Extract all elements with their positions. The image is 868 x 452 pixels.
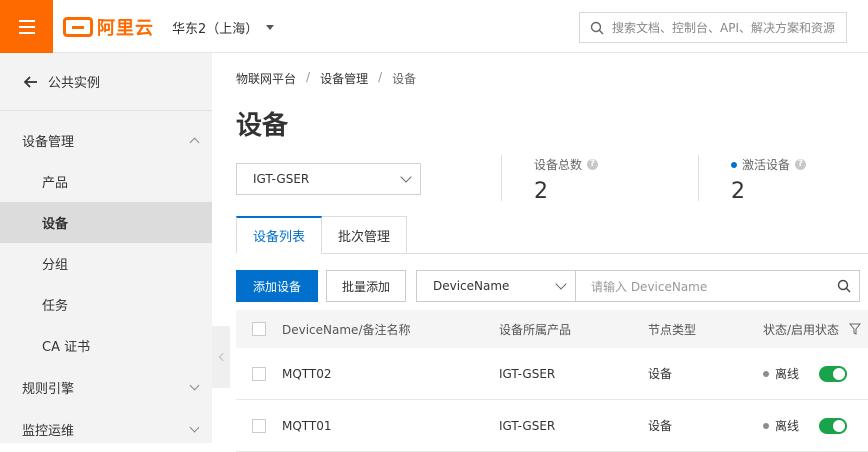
stat-value: 2: [534, 179, 548, 204]
logo[interactable]: 阿里云: [63, 14, 154, 40]
search-placeholder: 搜索文档、控制台、API、解决方案和资源: [612, 21, 835, 35]
stat-total-devices: 设备总数 ? 2: [534, 156, 599, 204]
sidebar: 公共实例 设备管理 产品 设备 分组 任务 CA 证书 规则引擎 监控运维: [0, 53, 212, 443]
table-header: DeviceName/备注名称 设备所属产品 节点类型 状态/启用状态: [236, 310, 868, 348]
status-text: 离线: [775, 419, 800, 433]
sidebar-item-label: 任务: [42, 299, 69, 314]
chevron-up-icon: [189, 137, 200, 147]
enable-toggle[interactable]: [819, 365, 848, 382]
page-title: 设备: [236, 111, 289, 141]
device-name[interactable]: MQTT02: [282, 367, 499, 381]
help-icon[interactable]: ?: [587, 159, 599, 170]
select-all-checkbox[interactable]: [252, 322, 266, 336]
stat-active-devices: 激活设备 ? 2: [731, 156, 807, 204]
status-cell: 离线: [763, 417, 868, 434]
arrow-left-icon: [24, 75, 37, 88]
column-header-status: 状态/启用状态: [763, 321, 868, 338]
device-name-search-input[interactable]: 请输入 DeviceName: [575, 270, 860, 302]
top-bar: 阿里云 华东2（上海） 搜索文档、控制台、API、解决方案和资源: [0, 0, 868, 53]
column-header-node-type: 节点类型: [648, 322, 697, 337]
search-input[interactable]: 搜索文档、控制台、API、解决方案和资源: [579, 12, 847, 43]
node-type: 设备: [648, 367, 673, 381]
main-content: 物联网平台 / 设备管理 / 设备 设备 IGT-GSER 设备总数 ? 2 激…: [212, 53, 868, 452]
status-text: 离线: [775, 367, 800, 381]
divider: [501, 155, 502, 201]
product-select-value: IGT-GSER: [253, 172, 310, 186]
sidebar-item-ca-certificates[interactable]: CA 证书: [0, 325, 212, 366]
stat-value: 2: [731, 179, 745, 204]
filter-field-value: DeviceName: [433, 279, 510, 293]
status-cell: 离线: [763, 365, 868, 382]
breadcrumb-item-device-management[interactable]: 设备管理: [320, 70, 368, 87]
sidebar-group-rule-engine[interactable]: 规则引擎: [0, 366, 212, 408]
region-selector[interactable]: 华东2（上海）: [172, 18, 275, 37]
logo-mark: [63, 17, 93, 37]
divider: [698, 155, 699, 201]
batch-add-button[interactable]: 批量添加: [326, 270, 406, 302]
sidebar-group-device-management[interactable]: 设备管理: [0, 119, 212, 161]
caret-down-icon: [266, 25, 275, 30]
chevron-down-icon: [400, 171, 412, 183]
product-select[interactable]: IGT-GSER: [236, 163, 421, 195]
breadcrumb: 物联网平台 / 设备管理 / 设备: [236, 70, 416, 87]
sidebar-item-products[interactable]: 产品: [0, 161, 212, 202]
help-icon[interactable]: ?: [795, 159, 807, 170]
filter-placeholder: 请输入 DeviceName: [591, 279, 708, 294]
back-label: 公共实例: [48, 76, 101, 91]
chevron-down-icon: [555, 278, 567, 290]
breadcrumb-separator: /: [378, 70, 383, 84]
device-table: DeviceName/备注名称 设备所属产品 节点类型 状态/启用状态 MQTT…: [236, 310, 868, 452]
search-icon[interactable]: [837, 279, 851, 293]
stat-label: 激活设备: [742, 158, 791, 172]
table-row: MQTT02 IGT-GSER 设备 离线: [236, 348, 868, 400]
enable-toggle[interactable]: [819, 417, 848, 434]
sidebar-item-label: 分组: [42, 258, 69, 273]
active-dot-icon: [731, 161, 737, 168]
breadcrumb-item-iot-platform[interactable]: 物联网平台: [236, 70, 296, 87]
device-product: IGT-GSER: [499, 418, 556, 433]
column-header-product: 设备所属产品: [499, 322, 572, 337]
column-header-device-name: DeviceName/备注名称: [282, 322, 411, 337]
tab-batch-management[interactable]: 批次管理: [322, 216, 408, 254]
sidebar-group-label: 规则引擎: [22, 381, 75, 397]
chevron-down-icon: [189, 422, 200, 432]
status-dot-icon: [763, 370, 769, 377]
breadcrumb-separator: /: [306, 70, 311, 84]
back-to-public-instance[interactable]: 公共实例: [0, 53, 212, 111]
stat-label: 设备总数: [534, 158, 583, 172]
tab-label: 设备列表: [253, 230, 306, 245]
sidebar-group-monitoring[interactable]: 监控运维: [0, 408, 212, 450]
table-row: MQTT01 IGT-GSER 设备 离线: [236, 400, 868, 452]
logo-text: 阿里云: [97, 18, 154, 39]
sidebar-item-label: CA 证书: [42, 340, 91, 355]
device-product: IGT-GSER: [499, 366, 556, 381]
add-device-button[interactable]: 添加设备: [236, 270, 318, 302]
search-icon: [590, 21, 604, 34]
sidebar-item-devices[interactable]: 设备: [0, 202, 212, 243]
sidebar-group-label: 监控运维: [22, 423, 75, 439]
chevron-down-icon: [189, 380, 200, 390]
device-name[interactable]: MQTT01: [282, 419, 499, 433]
column-header-status-label: 状态/启用状态: [763, 322, 840, 337]
filter-field-select[interactable]: DeviceName: [416, 270, 576, 302]
sidebar-group-label: 设备管理: [22, 134, 75, 150]
filter-icon[interactable]: [849, 323, 862, 335]
node-type: 设备: [648, 419, 673, 433]
sidebar-item-label: 产品: [42, 176, 69, 191]
tab-label: 批次管理: [338, 229, 391, 245]
sidebar-item-groups[interactable]: 分组: [0, 243, 212, 284]
row-checkbox[interactable]: [252, 418, 266, 433]
status-dot-icon: [763, 422, 769, 429]
breadcrumb-item-current: 设备: [392, 72, 417, 86]
tab-device-list[interactable]: 设备列表: [236, 216, 323, 254]
menu-icon[interactable]: [0, 0, 53, 53]
sidebar-item-tasks[interactable]: 任务: [0, 284, 212, 325]
region-label: 华东2（上海）: [172, 22, 259, 37]
sidebar-item-label: 设备: [42, 217, 69, 232]
row-checkbox[interactable]: [252, 366, 266, 381]
tabs: 设备列表 批次管理: [236, 216, 408, 254]
